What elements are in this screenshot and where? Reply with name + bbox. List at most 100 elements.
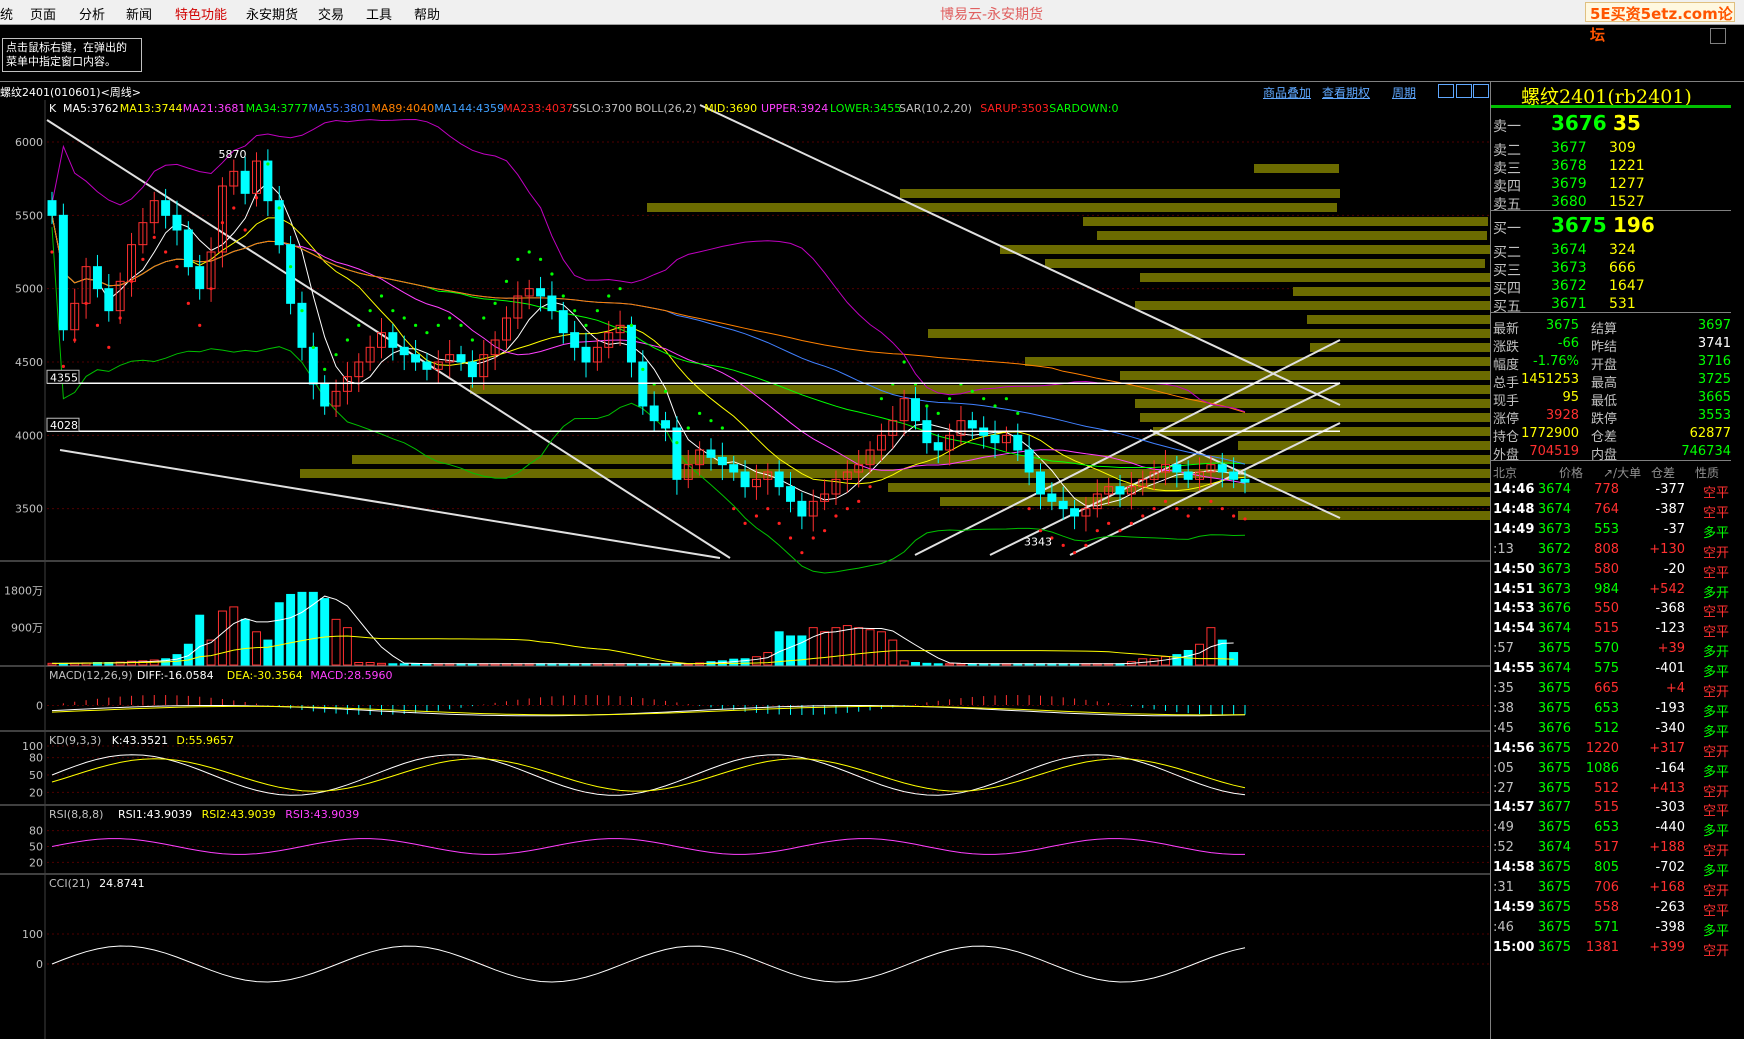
sar-dot — [561, 294, 565, 298]
sar-dot — [1220, 507, 1224, 511]
tick-row: :46 3675 571 -398 多平 — [1491, 918, 1731, 939]
tick-time: 14:54 — [1493, 621, 1535, 637]
profile-bar — [1238, 441, 1490, 450]
stat-row: 现手 95 最低 3665 — [1491, 388, 1731, 409]
volume-bar — [751, 656, 761, 666]
panel-title: RSI(8,8,8) — [49, 808, 103, 821]
ask-row[interactable]: 卖四 3679 1277 — [1491, 174, 1731, 195]
menu-featured[interactable]: 特色功能 — [175, 4, 227, 23]
tick-header-label: 价格 — [1559, 466, 1584, 480]
bid-row[interactable]: 买三 3673 666 — [1491, 258, 1731, 279]
ask-row[interactable]: 卖五 3680 1527 — [1491, 192, 1731, 213]
tick-row: :57 3675 570 +39 多开 — [1491, 639, 1731, 660]
window-restore-icon[interactable] — [1710, 28, 1726, 44]
candle — [774, 471, 784, 488]
bid-price: 3671 — [1551, 296, 1587, 312]
tick-row: :45 3676 512 -340 多平 — [1491, 719, 1731, 740]
tick-oi-change: +39 — [1657, 641, 1685, 657]
menu-page[interactable]: 页面 — [30, 4, 56, 23]
indicator-label: MID:3690 — [704, 102, 757, 115]
candle — [161, 200, 171, 216]
divider — [1491, 312, 1731, 313]
bid-row[interactable]: 买一 3675 196 — [1491, 213, 1731, 237]
tick-volume: 778 — [1594, 482, 1619, 497]
candle — [183, 229, 193, 268]
menu-news[interactable]: 新闻 — [126, 4, 152, 23]
sar-dot — [289, 265, 293, 269]
profile-bar — [1000, 245, 1490, 254]
tick-oi-change: -702 — [1655, 860, 1685, 876]
bid-row[interactable]: 买二 3674 324 — [1491, 240, 1731, 261]
menu-tools[interactable]: 工具 — [366, 4, 392, 23]
y-tick-label: 50 — [29, 769, 43, 782]
indicator-label: MA233:4037 — [503, 102, 573, 115]
layout-icon[interactable] — [1438, 84, 1454, 98]
hint-line-2: 菜单中指定窗口内容。 — [6, 55, 116, 68]
bid-row[interactable]: 买四 3672 1647 — [1491, 276, 1731, 297]
candle — [172, 214, 182, 231]
volume-bar — [933, 663, 943, 666]
sar-dot — [1016, 411, 1020, 415]
period-link[interactable]: 周期 — [1392, 84, 1416, 101]
ask-volume: 1221 — [1609, 158, 1645, 174]
sar-dot — [436, 323, 440, 327]
bid-volume: 324 — [1609, 242, 1636, 258]
tick-nature: 空平 — [1702, 625, 1729, 641]
sar-dot — [1004, 397, 1009, 401]
candle — [581, 346, 591, 363]
candle — [422, 361, 432, 370]
tick-row: 14:54 3674 515 -123 空平 — [1491, 619, 1731, 641]
candle — [797, 500, 807, 517]
indicator-label: SSLO:3700 — [572, 102, 632, 115]
volume-bar — [229, 606, 239, 666]
menu-help[interactable]: 帮助 — [414, 4, 440, 23]
brand-logo[interactable]: 5E买资5etz.com论坛 — [1585, 2, 1735, 44]
volume-bar — [808, 627, 818, 666]
overlay-link[interactable]: 商品叠加 — [1263, 84, 1311, 101]
tick-nature: 多平 — [1702, 824, 1729, 840]
volume-bar — [365, 662, 375, 666]
tick-header-label: 仓差 — [1651, 466, 1676, 480]
profile-bar — [928, 329, 1490, 338]
ask-row[interactable]: 卖一 3676 35 — [1491, 111, 1731, 135]
bid-row[interactable]: 买五 3671 531 — [1491, 294, 1731, 315]
candle — [1047, 493, 1057, 502]
volume-bar — [377, 662, 386, 666]
y-tick-label: 4500 — [15, 356, 43, 369]
sar-dot — [1129, 521, 1133, 525]
candle — [933, 442, 943, 451]
sar-dot — [198, 323, 202, 327]
options-link[interactable]: 查看期权 — [1322, 84, 1370, 101]
candle — [1024, 449, 1034, 473]
menu-system[interactable]: 统 — [0, 4, 13, 23]
tick-volume: 665 — [1594, 681, 1619, 696]
tick-header-label: ↗/大单 — [1603, 466, 1642, 480]
ask-row[interactable]: 卖三 3678 1221 — [1491, 156, 1731, 177]
menu-yongan[interactable]: 永安期货 — [246, 4, 298, 23]
chart-area[interactable]: 43554028 6000550050004500400035005870334… — [0, 100, 1490, 1039]
tick-nature: 空平 — [1702, 565, 1729, 581]
series-label: DEA:-30.3564 — [227, 669, 303, 682]
layout-icon[interactable] — [1456, 84, 1472, 98]
y-tick-label: 20 — [29, 856, 43, 869]
profile-bar — [1254, 164, 1339, 173]
tick-time: :35 — [1493, 681, 1514, 696]
sar-dot — [141, 257, 145, 261]
sar-dot — [982, 397, 986, 401]
stat-value: 3741 — [1697, 336, 1731, 351]
layout-icon[interactable] — [1473, 84, 1489, 98]
profile-bar — [1293, 287, 1490, 296]
tick-nature: 空开 — [1702, 943, 1729, 959]
tick-time: 14:58 — [1493, 860, 1535, 876]
menu-trade[interactable]: 交易 — [318, 4, 344, 23]
stat-value: 3928 — [1545, 408, 1579, 423]
ask-row[interactable]: 卖二 3677 309 — [1491, 138, 1731, 159]
tick-volume: 1220 — [1585, 740, 1619, 756]
sar-dot — [1197, 507, 1202, 511]
tick-oi-change: -164 — [1655, 760, 1685, 776]
sar-dot — [1027, 507, 1031, 511]
sar-dot — [254, 196, 259, 200]
indicator-label: BOLL(26,2) — [635, 102, 696, 115]
menu-analysis[interactable]: 分析 — [79, 4, 105, 23]
stat-row: 涨停 3928 跌停 3553 — [1491, 406, 1731, 427]
